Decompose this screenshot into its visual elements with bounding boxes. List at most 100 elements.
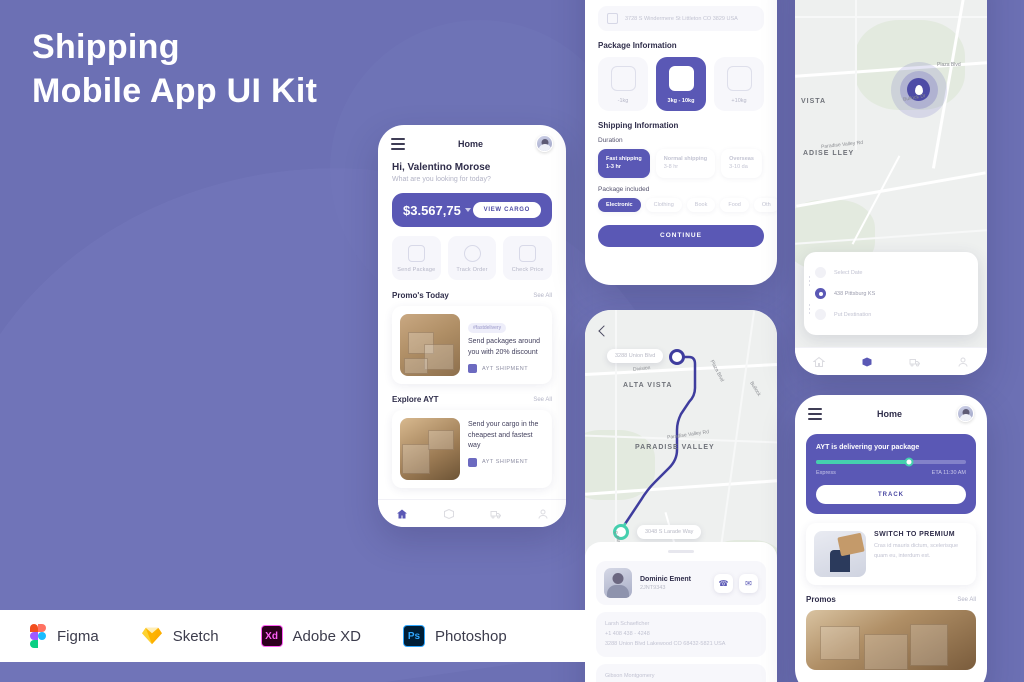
quick-action-check-price[interactable]: Check Price: [503, 236, 553, 280]
delivery-status-title: AYT is delivering your package: [816, 444, 920, 451]
sketch-icon: [141, 627, 162, 645]
ayt-logo-icon: [468, 457, 477, 467]
contact-phone: +1 408 438 - 4248: [605, 631, 650, 638]
weight-option-small[interactable]: -1kg: [598, 57, 648, 111]
shipping-truck-icon[interactable]: [909, 356, 921, 368]
hamburger-menu-icon[interactable]: [808, 407, 822, 420]
bottom-tabbar: [795, 347, 987, 375]
quick-actions-row: Send Package Track Order Check Price: [378, 227, 566, 280]
home-icon[interactable]: [813, 356, 825, 368]
sheet-grabber[interactable]: [668, 550, 694, 553]
chat-icon[interactable]: ✉: [739, 573, 758, 593]
map-place-paradise-valley: PARADISE VALLEY: [635, 444, 715, 451]
hamburger-menu-icon[interactable]: [391, 137, 405, 150]
continue-button[interactable]: CONTINUE: [598, 224, 764, 247]
phone-icon[interactable]: ☎: [714, 573, 733, 593]
delivery-progress-bar[interactable]: [816, 457, 966, 467]
balance-amount-wrap[interactable]: $3.567,75: [403, 203, 471, 218]
promo-tag: #fastdelivery: [468, 323, 507, 333]
medium-box-icon: [668, 66, 694, 91]
field-destination[interactable]: Put Destination: [815, 304, 967, 325]
package-information-title: Package Information: [598, 41, 677, 50]
greeting-name: Hi, Valentino Morose: [392, 162, 491, 173]
shipping-truck-icon[interactable]: [490, 508, 502, 520]
duration-options-row: Fast shipping 1-3 hr Normal shipping 3-8…: [585, 149, 777, 178]
contact-card-receiver[interactable]: Gibson Montgomery +1 408 329 - 3288 3048…: [596, 663, 766, 682]
category-chip-electronic[interactable]: Electronic: [598, 197, 641, 212]
category-chip-food[interactable]: Food: [720, 197, 749, 212]
premium-title: SWITCH TO PREMIUM: [874, 531, 955, 538]
adobe-xd-icon: Xd: [260, 625, 283, 647]
quick-action-track-order[interactable]: Track Order: [447, 236, 497, 280]
promo-banner[interactable]: [806, 610, 976, 670]
see-all-link[interactable]: See All: [533, 397, 552, 403]
duration-option-normal[interactable]: Normal shipping 3-8 hr: [655, 149, 716, 178]
avatar[interactable]: [957, 405, 974, 422]
category-chip-book[interactable]: Book: [686, 197, 716, 212]
contact-name: Gibson Montgomery: [605, 672, 655, 679]
see-all-link[interactable]: See All: [533, 293, 552, 299]
origin-dot-icon: [815, 288, 826, 299]
duration-name: Overseas: [729, 156, 754, 162]
phone-destination-screen: ADISE LLEY VISTA Plaza Blvd Bullock Dr P…: [795, 0, 987, 375]
promo-brand: AYT SHIPMENT: [482, 365, 529, 372]
driver-actions: ☎ ✉: [714, 573, 758, 593]
delivery-eta: ETA 11:30 AM: [931, 470, 966, 476]
duration-option-fast[interactable]: Fast shipping 1-3 hr: [598, 149, 650, 178]
software-label: Adobe XD: [292, 627, 361, 645]
quick-action-send-package[interactable]: Send Package: [392, 236, 441, 280]
small-box-icon: [610, 66, 636, 91]
ayt-logo-icon: [468, 364, 477, 373]
package-icon[interactable]: [861, 356, 873, 368]
phone-tracking-screen: 3288 Union Blvd 3048 S Larade Way ALTA V…: [585, 310, 777, 682]
contact-address: 3288 Union Blvd Lakewood CO 68432-5821 U…: [605, 641, 726, 648]
explore-brand-row: AYT SHIPMENT: [468, 457, 544, 467]
back-arrow-icon[interactable]: [596, 323, 611, 338]
view-cargo-button[interactable]: VIEW CARGO: [472, 202, 541, 218]
driver-card[interactable]: Dominic Ement 2JNT9343 ☎ ✉: [596, 561, 766, 605]
section-title: Explore AYT: [392, 395, 439, 404]
track-button[interactable]: TRACK: [816, 485, 966, 504]
explore-card[interactable]: Send your cargo in the cheapest and fast…: [392, 410, 552, 488]
see-all-link[interactable]: See All: [957, 597, 976, 603]
driver-id: 2JNT9343: [640, 584, 666, 591]
premium-card[interactable]: SWITCH TO PREMIUM Cras id mauris dictum,…: [806, 523, 976, 585]
balance-amount: $3.567,75: [403, 202, 461, 218]
premium-body: SWITCH TO PREMIUM Cras id mauris dictum,…: [874, 531, 968, 577]
weight-option-large[interactable]: +10kg: [714, 57, 764, 111]
field-select-date[interactable]: Select Date: [815, 262, 967, 283]
phone-package-screen: 3728 S Windermere St Littleton CO 3829 U…: [585, 0, 777, 285]
weight-option-medium[interactable]: 3kg - 10kg: [656, 57, 706, 111]
field-origin[interactable]: 438 Pittsburg KS: [815, 283, 967, 304]
profile-icon[interactable]: [957, 356, 969, 368]
address-icon: [607, 13, 618, 24]
package-icon[interactable]: [443, 508, 455, 520]
home-icon[interactable]: [396, 508, 408, 520]
contact-card-sender[interactable]: Larsh Schaeficher +1 408 438 - 4248 3288…: [596, 612, 766, 657]
page-title: Home: [457, 138, 483, 149]
balance-card[interactable]: $3.567,75 VIEW CARGO: [392, 193, 552, 227]
title-line-2: Mobile App UI Kit: [32, 71, 318, 110]
premium-description: Cras id mauris dictum, scelerisque quam …: [874, 543, 959, 559]
chevron-down-icon[interactable]: [464, 208, 471, 212]
duration-time: 3-10 da: [729, 164, 748, 171]
explore-brand: AYT SHIPMENT: [482, 459, 529, 465]
avatar[interactable]: [536, 135, 553, 152]
duration-option-overseas[interactable]: Overseas 3-10 da: [721, 149, 762, 178]
field-label: Select Date: [834, 269, 863, 276]
promo-text: Send packages around you with 20% discou…: [468, 338, 540, 356]
map-street-plaza-blvd: Plaza Blvd: [937, 62, 961, 68]
progress-handle[interactable]: [904, 457, 914, 467]
profile-icon[interactable]: [537, 508, 549, 520]
promo-card[interactable]: #fastdelivery Send packages around you w…: [392, 306, 552, 384]
software-label: Sketch: [172, 627, 219, 645]
category-chip-clothing[interactable]: Clothing: [645, 197, 682, 212]
calendar-icon: [815, 267, 826, 278]
check-price-icon: [519, 245, 537, 262]
category-chip-other[interactable]: Oth: [753, 197, 777, 212]
delivery-man-photo: [814, 531, 866, 577]
section-title: Promos: [806, 595, 836, 604]
duration-name: Normal shipping: [663, 156, 708, 162]
address-field[interactable]: 3728 S Windermere St Littleton CO 3829 U…: [598, 6, 764, 31]
quick-action-label: Track Order: [456, 267, 488, 273]
